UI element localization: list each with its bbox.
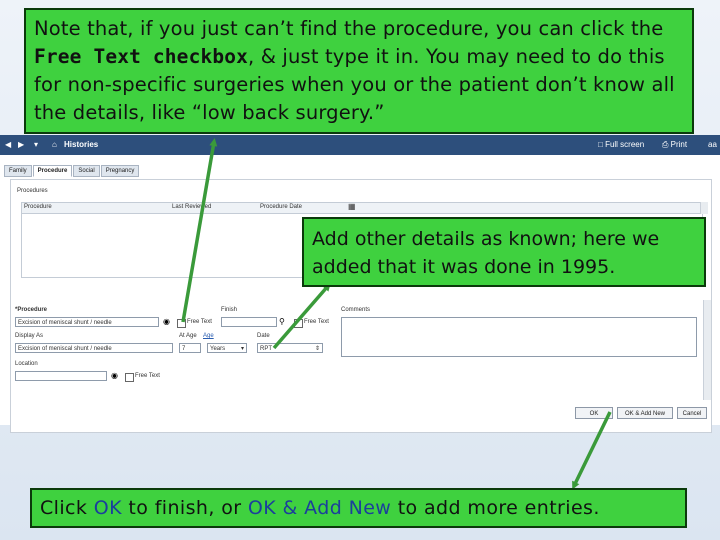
callout-bottom-ok: OK [93, 497, 122, 519]
callout-top-text-1: Note that, if you just can’t find the pr… [34, 17, 664, 40]
callout-bottom-ok-add-new: OK & Add New [247, 497, 392, 519]
callout-bottom-text-3: to add more entries. [391, 497, 600, 519]
callout-bottom-text-1: Click [40, 497, 94, 519]
arrow-to-date-field [272, 282, 331, 350]
details-callout: Add other details as known; here we adde… [302, 217, 706, 287]
callout-top-bold: Free Text checkbox [34, 45, 249, 68]
free-text-callout: Note that, if you just can’t find the pr… [24, 8, 694, 134]
arrow-to-ok-buttons [572, 411, 612, 490]
arrow-to-free-text-checkbox [181, 138, 218, 323]
callout-bottom-text-2: to finish, or [121, 497, 248, 519]
ok-callout: Click OK to finish, or OK & Add New to a… [30, 488, 687, 528]
